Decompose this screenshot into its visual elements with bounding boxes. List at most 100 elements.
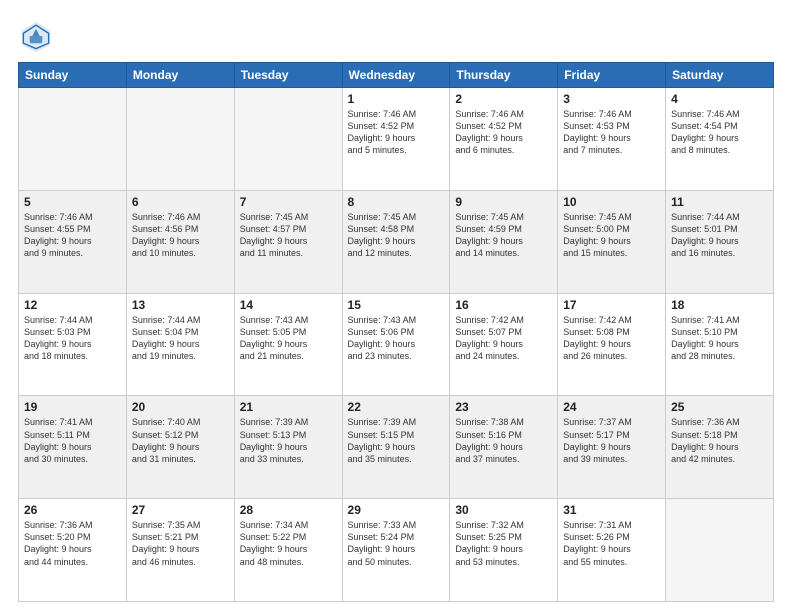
day-info: Sunrise: 7:46 AM Sunset: 4:54 PM Dayligh… [671, 108, 768, 157]
weekday-header-sunday: Sunday [19, 63, 127, 88]
weekday-header-thursday: Thursday [450, 63, 558, 88]
week-row-5: 26 Sunrise: 7:36 AM Sunset: 5:20 PM Dayli… [19, 499, 774, 602]
day-info: Sunrise: 7:43 AM Sunset: 5:06 PM Dayligh… [348, 314, 445, 363]
calendar-cell: 13 Sunrise: 7:44 AM Sunset: 5:04 PM Dayli… [126, 293, 234, 396]
calendar-cell: 20Sunrise: 7:40 AM Sunset: 5:12 PM Dayli… [126, 396, 234, 499]
day-info: Sunrise: 7:35 AM Sunset: 5:21 PM Dayligh… [132, 519, 229, 568]
day-info: Sunrise: 7:46 AM Sunset: 4:52 PM Dayligh… [348, 108, 445, 157]
day-number: 15 [348, 298, 445, 312]
calendar-cell: 31 Sunrise: 7:31 AM Sunset: 5:26 PM Dayli… [558, 499, 666, 602]
calendar-cell [19, 88, 127, 191]
weekday-header-saturday: Saturday [666, 63, 774, 88]
calendar-cell: 28 Sunrise: 7:34 AM Sunset: 5:22 PM Dayli… [234, 499, 342, 602]
day-number: 23 [455, 400, 552, 414]
logo-icon [18, 18, 54, 54]
day-number: 26 [24, 503, 121, 517]
day-number: 29 [348, 503, 445, 517]
calendar-cell: 10 Sunrise: 7:45 AM Sunset: 5:00 PM Dayli… [558, 190, 666, 293]
day-info: Sunrise: 7:38 AM Sunset: 5:16 PM Dayligh… [455, 416, 552, 465]
day-info: Sunrise: 7:45 AM Sunset: 4:58 PM Dayligh… [348, 211, 445, 260]
day-number: 20 [132, 400, 229, 414]
calendar-cell: 12 Sunrise: 7:44 AM Sunset: 5:03 PM Dayli… [19, 293, 127, 396]
weekday-header-tuesday: Tuesday [234, 63, 342, 88]
calendar-cell: 7 Sunrise: 7:45 AM Sunset: 4:57 PM Daylig… [234, 190, 342, 293]
calendar-cell: 29Sunrise: 7:33 AM Sunset: 5:24 PM Dayli… [342, 499, 450, 602]
calendar-cell: 21Sunrise: 7:39 AM Sunset: 5:13 PM Dayli… [234, 396, 342, 499]
calendar-cell: 23 Sunrise: 7:38 AM Sunset: 5:16 PM Dayli… [450, 396, 558, 499]
calendar-cell [666, 499, 774, 602]
day-info: Sunrise: 7:31 AM Sunset: 5:26 PM Dayligh… [563, 519, 660, 568]
day-number: 25 [671, 400, 768, 414]
calendar-table: SundayMondayTuesdayWednesdayThursdayFrid… [18, 62, 774, 602]
day-info: Sunrise: 7:36 AM Sunset: 5:18 PM Dayligh… [671, 416, 768, 465]
day-number: 12 [24, 298, 121, 312]
day-number: 1 [348, 92, 445, 106]
week-row-4: 19 Sunrise: 7:41 AM Sunset: 5:11 PM Dayli… [19, 396, 774, 499]
day-info: Sunrise: 7:44 AM Sunset: 5:03 PM Dayligh… [24, 314, 121, 363]
day-number: 13 [132, 298, 229, 312]
day-info: Sunrise: 7:39 AM Sunset: 5:13 PM Dayligh… [240, 416, 337, 465]
day-info: Sunrise: 7:37 AM Sunset: 5:17 PM Dayligh… [563, 416, 660, 465]
calendar-cell: 5 Sunrise: 7:46 AM Sunset: 4:55 PM Daylig… [19, 190, 127, 293]
calendar-cell: 19 Sunrise: 7:41 AM Sunset: 5:11 PM Dayli… [19, 396, 127, 499]
day-number: 24 [563, 400, 660, 414]
week-row-1: 1 Sunrise: 7:46 AM Sunset: 4:52 PM Daylig… [19, 88, 774, 191]
day-number: 3 [563, 92, 660, 106]
day-number: 4 [671, 92, 768, 106]
calendar-cell: 17Sunrise: 7:42 AM Sunset: 5:08 PM Dayli… [558, 293, 666, 396]
day-info: Sunrise: 7:41 AM Sunset: 5:11 PM Dayligh… [24, 416, 121, 465]
day-info: Sunrise: 7:43 AM Sunset: 5:05 PM Dayligh… [240, 314, 337, 363]
calendar-cell: 16 Sunrise: 7:42 AM Sunset: 5:07 PM Dayli… [450, 293, 558, 396]
day-number: 10 [563, 195, 660, 209]
weekday-header-wednesday: Wednesday [342, 63, 450, 88]
calendar-cell: 26 Sunrise: 7:36 AM Sunset: 5:20 PM Dayli… [19, 499, 127, 602]
week-row-3: 12 Sunrise: 7:44 AM Sunset: 5:03 PM Dayli… [19, 293, 774, 396]
day-number: 14 [240, 298, 337, 312]
day-number: 19 [24, 400, 121, 414]
weekday-header-monday: Monday [126, 63, 234, 88]
calendar-cell: 22 Sunrise: 7:39 AM Sunset: 5:15 PM Dayli… [342, 396, 450, 499]
calendar-cell: 8 Sunrise: 7:45 AM Sunset: 4:58 PM Daylig… [342, 190, 450, 293]
day-number: 16 [455, 298, 552, 312]
calendar-cell: 6 Sunrise: 7:46 AM Sunset: 4:56 PM Daylig… [126, 190, 234, 293]
day-number: 28 [240, 503, 337, 517]
calendar-cell: 18Sunrise: 7:41 AM Sunset: 5:10 PM Dayli… [666, 293, 774, 396]
day-info: Sunrise: 7:42 AM Sunset: 5:07 PM Dayligh… [455, 314, 552, 363]
day-info: Sunrise: 7:44 AM Sunset: 5:01 PM Dayligh… [671, 211, 768, 260]
day-number: 30 [455, 503, 552, 517]
day-number: 5 [24, 195, 121, 209]
day-number: 8 [348, 195, 445, 209]
calendar-cell: 3 Sunrise: 7:46 AM Sunset: 4:53 PM Daylig… [558, 88, 666, 191]
day-number: 22 [348, 400, 445, 414]
day-info: Sunrise: 7:45 AM Sunset: 5:00 PM Dayligh… [563, 211, 660, 260]
day-number: 11 [671, 195, 768, 209]
day-info: Sunrise: 7:36 AM Sunset: 5:20 PM Dayligh… [24, 519, 121, 568]
calendar-cell: 14 Sunrise: 7:43 AM Sunset: 5:05 PM Dayli… [234, 293, 342, 396]
day-info: Sunrise: 7:34 AM Sunset: 5:22 PM Dayligh… [240, 519, 337, 568]
weekday-header-row: SundayMondayTuesdayWednesdayThursdayFrid… [19, 63, 774, 88]
day-number: 31 [563, 503, 660, 517]
calendar-cell: 15 Sunrise: 7:43 AM Sunset: 5:06 PM Dayli… [342, 293, 450, 396]
calendar-cell [126, 88, 234, 191]
day-info: Sunrise: 7:45 AM Sunset: 4:57 PM Dayligh… [240, 211, 337, 260]
day-number: 18 [671, 298, 768, 312]
day-info: Sunrise: 7:46 AM Sunset: 4:52 PM Dayligh… [455, 108, 552, 157]
calendar-cell: 4 Sunrise: 7:46 AM Sunset: 4:54 PM Daylig… [666, 88, 774, 191]
day-number: 9 [455, 195, 552, 209]
calendar-cell: 2Sunrise: 7:46 AM Sunset: 4:52 PM Daylig… [450, 88, 558, 191]
day-number: 7 [240, 195, 337, 209]
day-info: Sunrise: 7:32 AM Sunset: 5:25 PM Dayligh… [455, 519, 552, 568]
calendar-cell: 1 Sunrise: 7:46 AM Sunset: 4:52 PM Daylig… [342, 88, 450, 191]
day-info: Sunrise: 7:46 AM Sunset: 4:53 PM Dayligh… [563, 108, 660, 157]
day-info: Sunrise: 7:46 AM Sunset: 4:56 PM Dayligh… [132, 211, 229, 260]
calendar-cell [234, 88, 342, 191]
calendar-cell: 25 Sunrise: 7:36 AM Sunset: 5:18 PM Dayli… [666, 396, 774, 499]
weekday-header-friday: Friday [558, 63, 666, 88]
calendar-cell: 9Sunrise: 7:45 AM Sunset: 4:59 PM Daylig… [450, 190, 558, 293]
calendar-cell: 27Sunrise: 7:35 AM Sunset: 5:21 PM Dayli… [126, 499, 234, 602]
day-info: Sunrise: 7:44 AM Sunset: 5:04 PM Dayligh… [132, 314, 229, 363]
day-number: 6 [132, 195, 229, 209]
day-info: Sunrise: 7:46 AM Sunset: 4:55 PM Dayligh… [24, 211, 121, 260]
day-info: Sunrise: 7:39 AM Sunset: 5:15 PM Dayligh… [348, 416, 445, 465]
header [18, 18, 774, 54]
